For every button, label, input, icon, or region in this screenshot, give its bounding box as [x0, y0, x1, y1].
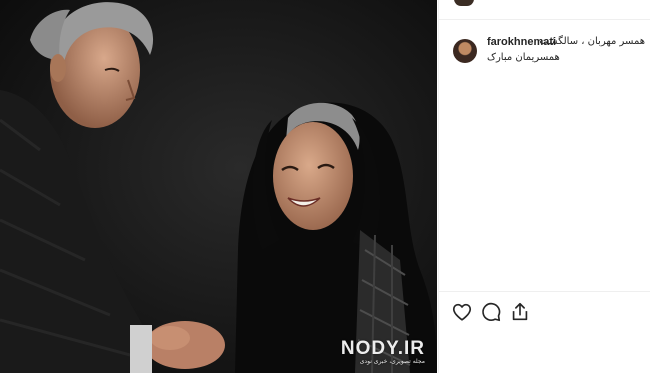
header-divider	[439, 19, 650, 20]
actions-divider	[439, 291, 650, 292]
author-avatar-top[interactable]	[454, 0, 474, 6]
watermark: NODY.IR مجله تصویری، خبری نودی	[341, 338, 425, 365]
heart-icon	[452, 303, 472, 321]
comment-icon	[482, 302, 501, 322]
post-actions	[451, 301, 571, 325]
share-button[interactable]	[509, 301, 531, 323]
post-side-panel: farokhnemati همسر مهربان ، سالگشت همسریم…	[438, 0, 650, 373]
author-avatar[interactable]	[453, 39, 477, 63]
like-button[interactable]	[451, 301, 473, 323]
photo-illustration	[0, 0, 437, 373]
caption-line-1: همسر مهربان ، سالگشت	[539, 36, 645, 47]
post-photo[interactable]: NODY.IR مجله تصویری، خبری نودی	[0, 0, 437, 373]
caption-line-2: همسریمان مبارک	[487, 52, 560, 63]
share-icon	[512, 302, 528, 321]
comment-button[interactable]	[480, 301, 502, 323]
watermark-brand: NODY.IR	[340, 338, 425, 359]
